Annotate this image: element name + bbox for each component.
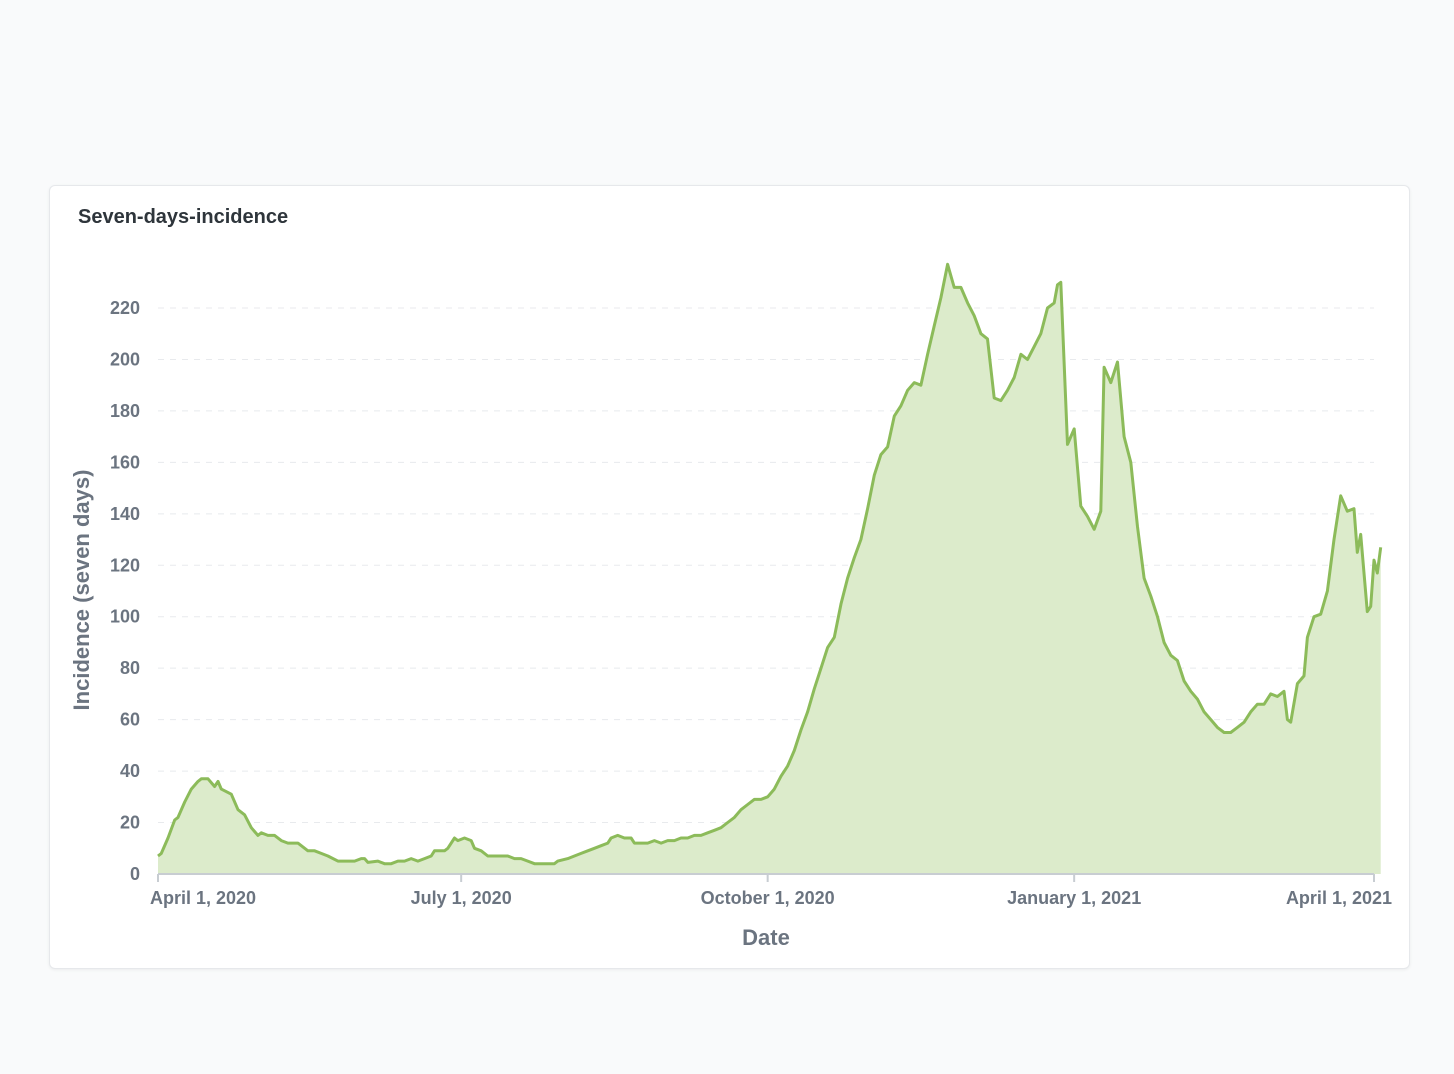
- y-axis-title: Incidence (seven days): [69, 470, 94, 711]
- x-tick-label: October 1, 2020: [701, 888, 835, 908]
- y-tick-label: 120: [110, 555, 140, 575]
- y-tick-label: 20: [120, 813, 140, 833]
- x-tick-label: April 1, 2020: [150, 888, 256, 908]
- x-tick-label: April 1, 2021: [1286, 888, 1392, 908]
- x-tick-label: January 1, 2021: [1007, 888, 1141, 908]
- y-tick-label: 200: [110, 349, 140, 369]
- y-tick-label: 100: [110, 607, 140, 627]
- y-tick-label: 220: [110, 298, 140, 318]
- y-tick-label: 180: [110, 401, 140, 421]
- incidence-area-chart: 0 20 40 60 80 100 120 140 160 180 200 220 April 1, 2…: [69, 262, 1392, 950]
- x-axis-title: Date: [742, 925, 790, 950]
- series-area: [158, 264, 1381, 874]
- y-tick-label: 40: [120, 761, 140, 781]
- y-tick-label: 80: [120, 658, 140, 678]
- y-tick-label: 60: [120, 710, 140, 730]
- y-tick-label: 0: [130, 864, 140, 884]
- y-tick-label: 160: [110, 452, 140, 472]
- x-tick-label: July 1, 2020: [411, 888, 512, 908]
- y-tick-label: 140: [110, 504, 140, 524]
- chart-card: Seven-days-incidence 0 20 40 60 80 100 120 140 1…: [49, 185, 1410, 969]
